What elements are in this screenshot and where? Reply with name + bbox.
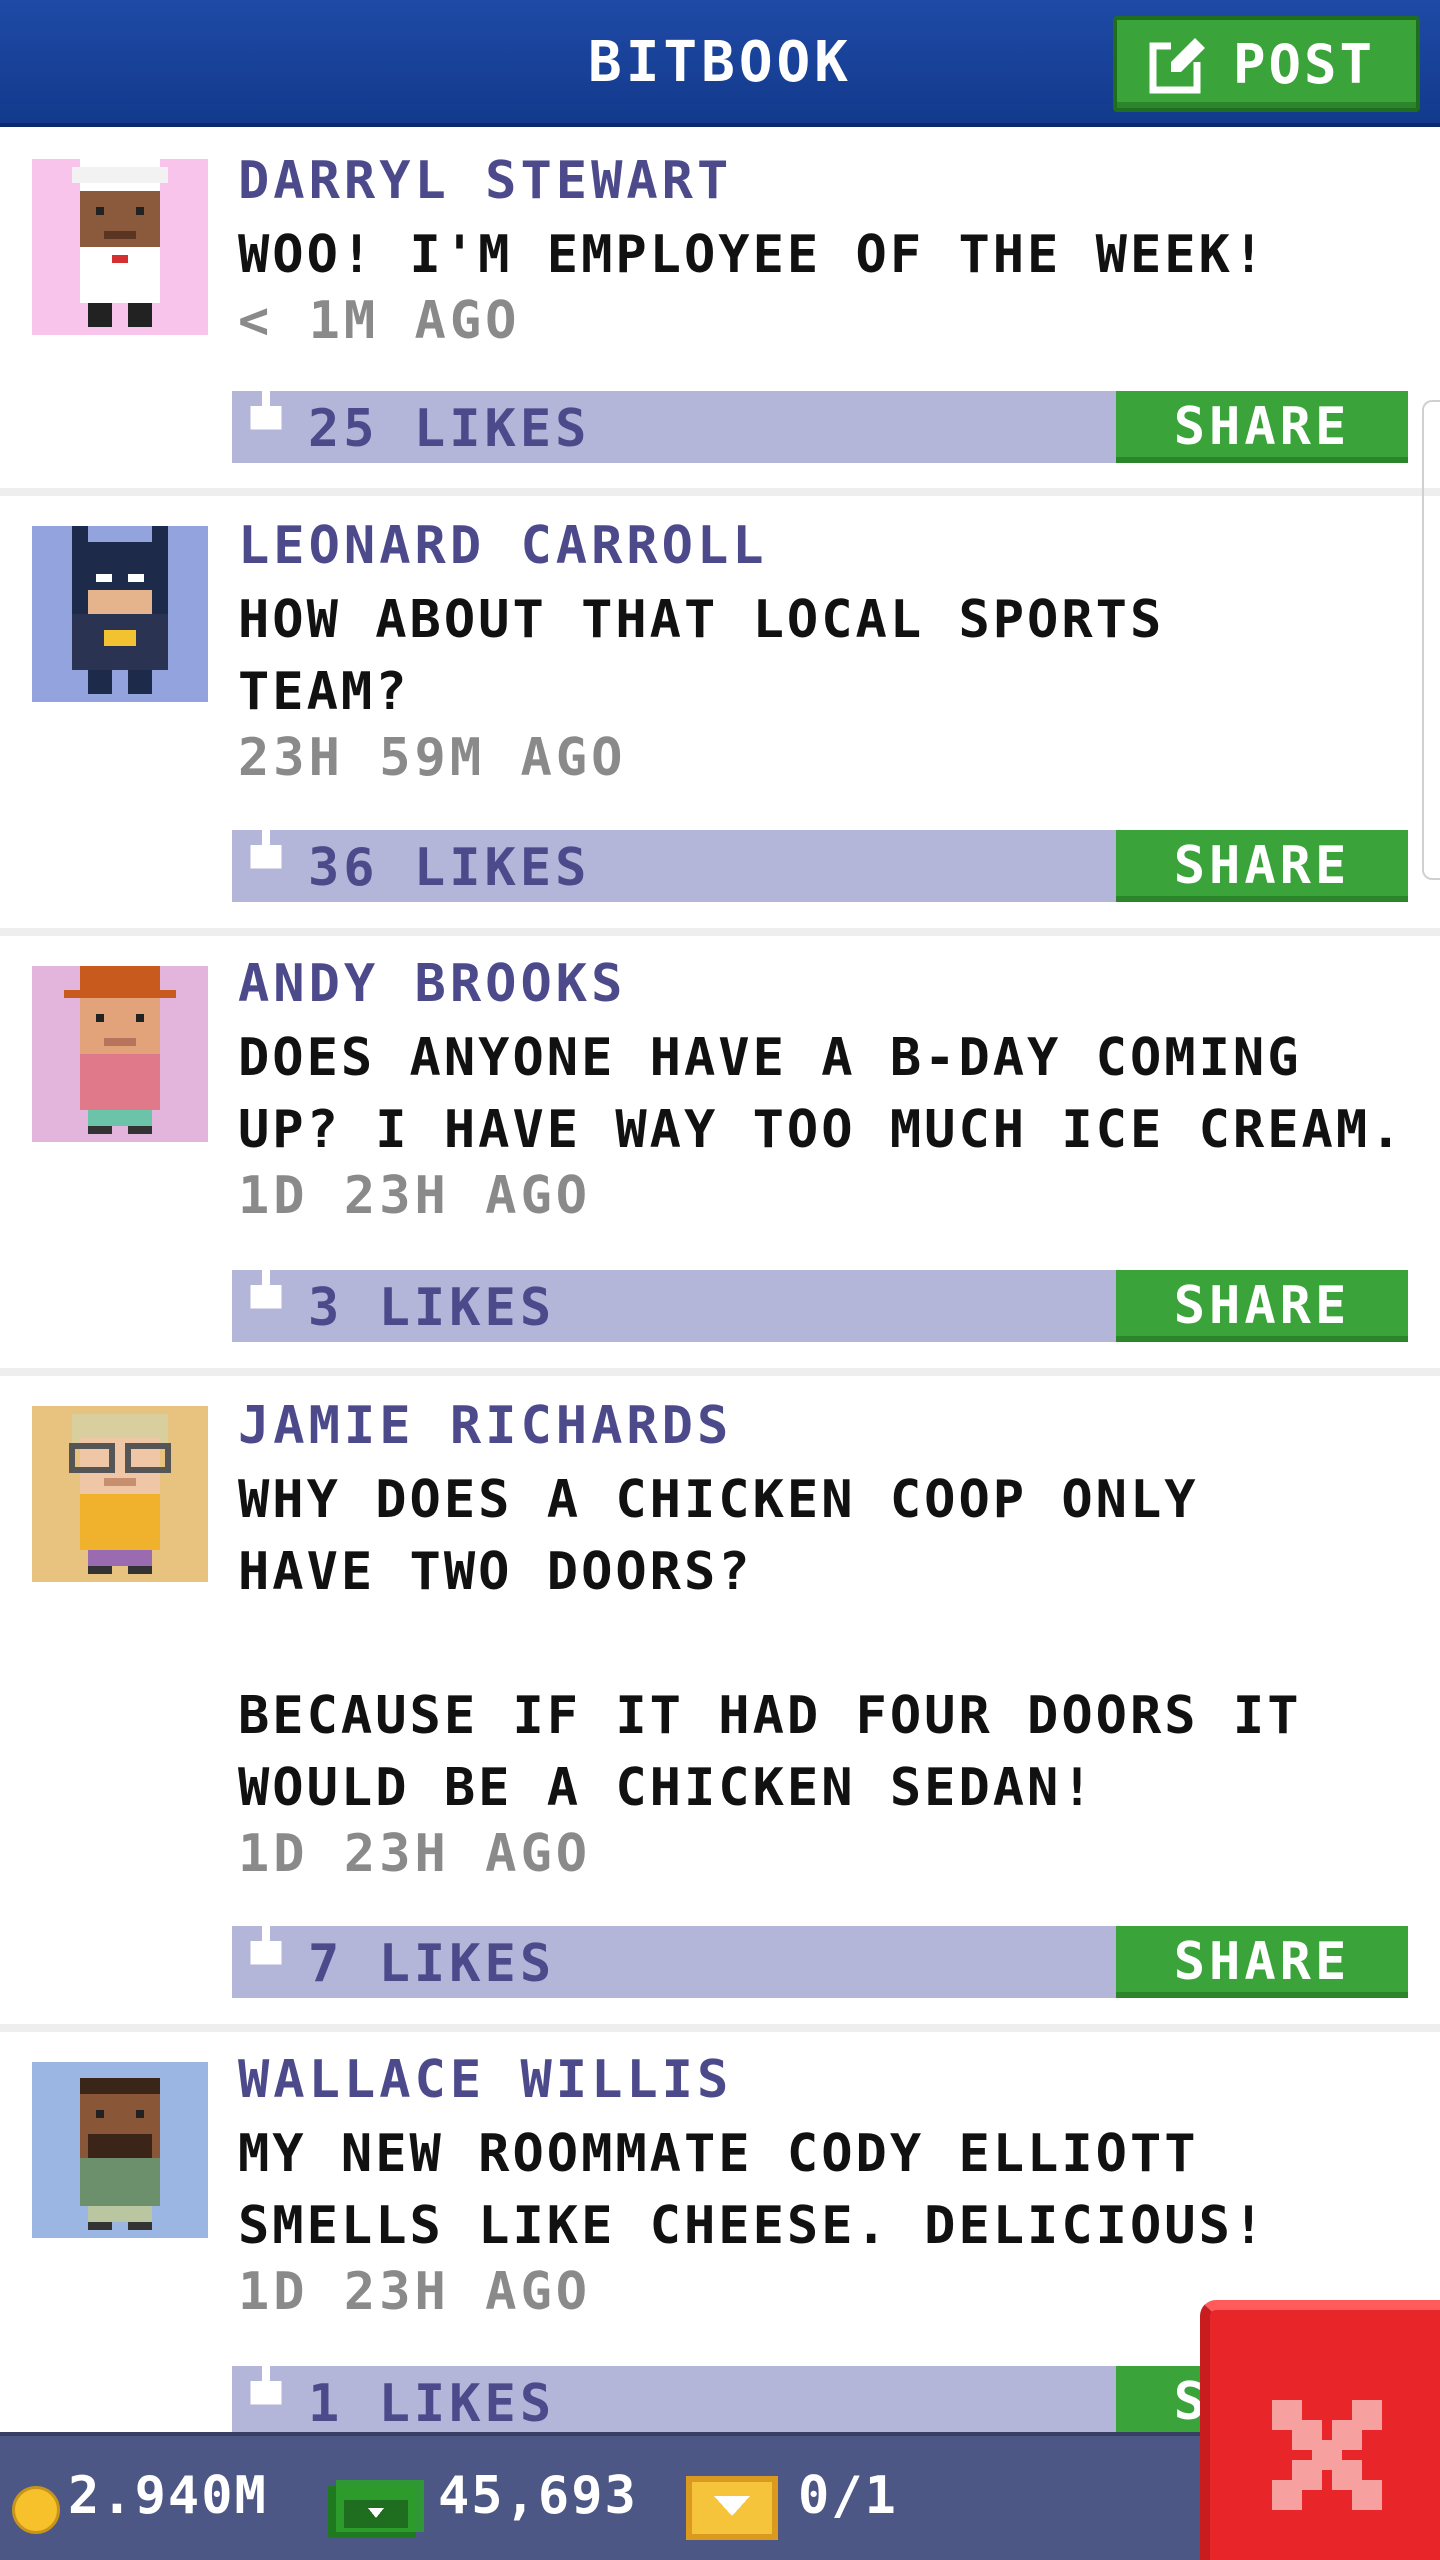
edit-icon [1149,34,1211,94]
avatar[interactable] [32,159,208,335]
post-author[interactable]: LEONARD CARROLL [238,516,768,576]
coins-count: 2.940M [68,2466,268,2526]
thumb-up-icon[interactable] [246,814,286,884]
cash-count: 45,693 [438,2466,638,2526]
thumb-up-icon[interactable] [246,375,286,445]
feed-post: ANDY BROOKS DOES ANYONE HAVE A B-DAY COM… [0,936,1440,1376]
likes-count: 25 LIKES [308,399,591,459]
post-message: HOW ABOUT THAT LOCAL SPORTS TEAM? [238,590,1165,722]
share-button[interactable]: SHARE [1116,1926,1408,1998]
likes-bar: 25 LIKES SHARE [232,375,1408,463]
post-message: WHY DOES A CHICKEN COOP ONLY HAVE TWO DO… [238,1470,1302,1818]
post-button[interactable]: POST [1113,16,1420,112]
post-timestamp: < 1M AGO [238,291,521,351]
post-author[interactable]: DARRYL STEWART [238,151,732,211]
post-timestamp: 1D 23H AGO [238,2262,592,2322]
post-author[interactable]: ANDY BROOKS [238,954,626,1014]
post-message: MY NEW ROOMMATE CODY ELLIOTT SMELLS LIKE… [238,2124,1268,2256]
bux-count: 0/1 [798,2466,898,2526]
post-message: WOO! I'M EMPLOYEE OF THE WEEK! [238,225,1268,285]
likes-count: 7 LIKES [308,1934,556,1994]
thumb-up-icon[interactable] [246,1254,286,1324]
likes-bar: 3 LIKES SHARE [232,1254,1408,1342]
cash-icon [328,2480,424,2538]
post-timestamp: 1D 23H AGO [238,1166,592,1226]
post-author[interactable]: JAMIE RICHARDS [238,1396,732,1456]
app-header: BITBOOK POST [0,0,1440,127]
avatar[interactable] [32,526,208,702]
scroll-indicator[interactable] [1422,400,1440,880]
share-button[interactable]: SHARE [1116,1270,1408,1342]
thumb-up-icon[interactable] [246,1910,286,1980]
close-icon [1272,2400,1382,2510]
post-timestamp: 23H 59M AGO [238,728,627,788]
avatar[interactable] [32,2062,208,2238]
share-button[interactable]: SHARE [1116,391,1408,463]
bux-icon [686,2476,778,2540]
avatar[interactable] [32,966,208,1142]
post-button-label: POST [1233,32,1376,96]
likes-bar: 36 LIKES SHARE [232,814,1408,902]
close-button[interactable] [1200,2300,1440,2560]
thumb-up-icon[interactable] [246,2350,286,2420]
post-author[interactable]: WALLACE WILLIS [238,2050,732,2110]
likes-count: 3 LIKES [308,1278,556,1338]
coin-icon [12,2486,60,2534]
post-timestamp: 1D 23H AGO [238,1824,592,1884]
share-button[interactable]: SHARE [1116,830,1408,902]
likes-bar: 7 LIKES SHARE [232,1910,1408,1998]
post-message: DOES ANYONE HAVE A B-DAY COMING UP? I HA… [238,1028,1405,1160]
likes-count: 1 LIKES [308,2374,556,2434]
likes-count: 36 LIKES [308,838,591,898]
feed-post: LEONARD CARROLL HOW ABOUT THAT LOCAL SPO… [0,496,1440,936]
feed-post: DARRYL STEWART WOO! I'M EMPLOYEE OF THE … [0,131,1440,496]
avatar[interactable] [32,1406,208,1582]
feed-post: JAMIE RICHARDS WHY DOES A CHICKEN COOP O… [0,1376,1440,2032]
